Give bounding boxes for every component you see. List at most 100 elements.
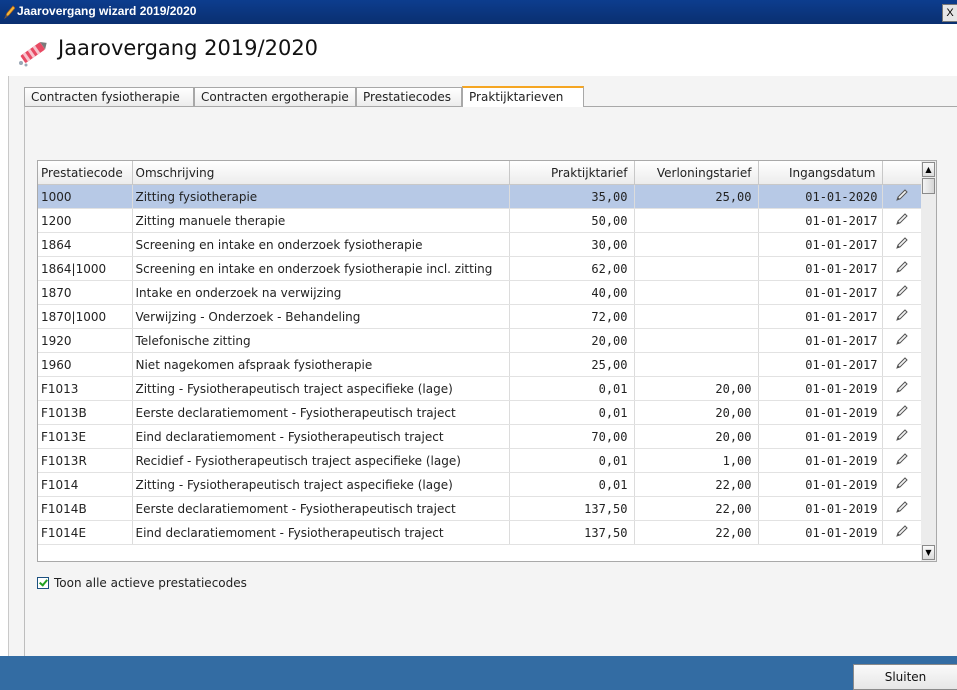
cell-prestatiecode[interactable]: 1864|1000 (38, 256, 133, 281)
cell-edit[interactable] (882, 424, 922, 449)
table-row[interactable]: F1013B Eerste declaratiemoment - Fysiothe… (38, 400, 922, 425)
cell-prestatiecode[interactable]: F1014E (38, 520, 133, 545)
cell-prestatiecode[interactable]: F1014 (38, 472, 133, 497)
cell-verloningstarief[interactable]: 22,00 (634, 496, 759, 521)
cell-omschrijving[interactable]: Intake en onderzoek na verwijzing (132, 280, 510, 305)
cell-praktijktarief[interactable]: 137,50 (509, 496, 635, 521)
cell-praktijktarief[interactable]: 25,00 (509, 352, 635, 377)
edit-pencil-icon[interactable] (895, 356, 909, 370)
edit-pencil-icon[interactable] (895, 236, 909, 250)
cell-edit[interactable] (882, 280, 922, 305)
tab-contracten-ergotherapie[interactable]: Contracten ergotherapie (194, 87, 356, 106)
cell-praktijktarief[interactable]: 62,00 (509, 256, 635, 281)
edit-pencil-icon[interactable] (895, 452, 909, 466)
cell-praktijktarief[interactable]: 70,00 (509, 424, 635, 449)
cell-omschrijving[interactable]: Niet nagekomen afspraak fysiotherapie (132, 352, 510, 377)
cell-omschrijving[interactable]: Screening en intake en onderzoek fysioth… (132, 256, 510, 281)
cell-edit[interactable] (882, 328, 922, 353)
scroll-up-arrow-icon[interactable]: ▲ (922, 162, 935, 177)
cell-verloningstarief[interactable]: 22,00 (634, 472, 759, 497)
column-header-verloningstarief[interactable]: Verloningstarief (634, 161, 759, 185)
cell-omschrijving[interactable]: Eind declaratiemoment - Fysiotherapeutis… (132, 520, 510, 545)
cell-prestatiecode[interactable]: F1014B (38, 496, 133, 521)
cell-edit[interactable] (882, 448, 922, 473)
cell-ingangsdatum[interactable]: 01-01-2019 (758, 472, 883, 497)
cell-prestatiecode[interactable]: F1013B (38, 400, 133, 425)
cell-prestatiecode[interactable]: 1200 (38, 208, 133, 233)
table-row[interactable]: 1000 Zitting fysiotherapie 35,00 25,00 01-01… (38, 184, 922, 209)
edit-pencil-icon[interactable] (895, 380, 909, 394)
cell-praktijktarief[interactable]: 0,01 (509, 400, 635, 425)
edit-pencil-icon[interactable] (895, 212, 909, 226)
cell-verloningstarief[interactable]: 1,00 (634, 448, 759, 473)
cell-praktijktarief[interactable]: 0,01 (509, 448, 635, 473)
cell-prestatiecode[interactable]: 1960 (38, 352, 133, 377)
tab-prestatiecodes[interactable]: Prestatiecodes (356, 87, 462, 106)
cell-verloningstarief[interactable]: 22,00 (634, 520, 759, 545)
cell-praktijktarief[interactable]: 50,00 (509, 208, 635, 233)
cell-ingangsdatum[interactable]: 01-01-2017 (758, 232, 883, 257)
cell-edit[interactable] (882, 256, 922, 281)
cell-omschrijving[interactable]: Eerste declaratiemoment - Fysiotherapeut… (132, 496, 510, 521)
table-row[interactable]: 1960 Niet nagekomen afspraak fysiotherapi… (38, 352, 922, 377)
cell-omschrijving[interactable]: Zitting - Fysiotherapeutisch traject asp… (132, 376, 510, 401)
cell-omschrijving[interactable]: Zitting manuele therapie (132, 208, 510, 233)
cell-praktijktarief[interactable]: 30,00 (509, 232, 635, 257)
cell-omschrijving[interactable]: Zitting - Fysiotherapeutisch traject asp… (132, 472, 510, 497)
table-row[interactable]: F1014 Zitting - Fysiotherapeutisch trajec… (38, 472, 922, 497)
cell-ingangsdatum[interactable]: 01-01-2020 (758, 184, 883, 209)
cell-omschrijving[interactable]: Eind declaratiemoment - Fysiotherapeutis… (132, 424, 510, 449)
cell-edit[interactable] (882, 304, 922, 329)
cell-ingangsdatum[interactable]: 01-01-2017 (758, 280, 883, 305)
edit-pencil-icon[interactable] (895, 404, 909, 418)
cell-prestatiecode[interactable]: 1870 (38, 280, 133, 305)
edit-pencil-icon[interactable] (895, 308, 909, 322)
cell-verloningstarief[interactable]: 25,00 (634, 184, 759, 209)
edit-pencil-icon[interactable] (895, 284, 909, 298)
table-row[interactable]: 1864 Screening en intake en onderzoek fys… (38, 232, 922, 257)
column-header-prestatiecode[interactable]: Prestatiecode (38, 161, 133, 185)
cell-verloningstarief[interactable]: 20,00 (634, 400, 759, 425)
table-row[interactable]: F1014B Eerste declaratiemoment - Fysiothe… (38, 496, 922, 521)
tab-praktijktarieven[interactable]: Praktijktarieven (462, 86, 584, 107)
edit-pencil-icon[interactable] (895, 188, 909, 202)
cell-prestatiecode[interactable]: F1013E (38, 424, 133, 449)
column-header-ingangsdatum[interactable]: Ingangsdatum (758, 161, 883, 185)
cell-praktijktarief[interactable]: 20,00 (509, 328, 635, 353)
cell-verloningstarief[interactable] (634, 232, 759, 257)
cell-praktijktarief[interactable]: 35,00 (509, 184, 635, 209)
cell-ingangsdatum[interactable]: 01-01-2019 (758, 496, 883, 521)
scroll-down-arrow-icon[interactable]: ▼ (922, 545, 935, 560)
edit-pencil-icon[interactable] (895, 476, 909, 490)
cell-edit[interactable] (882, 352, 922, 377)
cell-prestatiecode[interactable]: 1864 (38, 232, 133, 257)
cell-omschrijving[interactable]: Eerste declaratiemoment - Fysiotherapeut… (132, 400, 510, 425)
cell-edit[interactable] (882, 496, 922, 521)
cell-verloningstarief[interactable] (634, 280, 759, 305)
cell-verloningstarief[interactable] (634, 352, 759, 377)
cell-omschrijving[interactable]: Recidief - Fysiotherapeutisch traject as… (132, 448, 510, 473)
cell-ingangsdatum[interactable]: 01-01-2019 (758, 376, 883, 401)
tab-contracten-fysiotherapie[interactable]: Contracten fysiotherapie (24, 87, 194, 106)
cell-ingangsdatum[interactable]: 01-01-2017 (758, 328, 883, 353)
cell-omschrijving[interactable]: Verwijzing - Onderzoek - Behandeling (132, 304, 510, 329)
table-row[interactable]: F1014E Eind declaratiemoment - Fysiothera… (38, 520, 922, 545)
edit-pencil-icon[interactable] (895, 332, 909, 346)
cell-praktijktarief[interactable]: 0,01 (509, 472, 635, 497)
cell-praktijktarief[interactable]: 40,00 (509, 280, 635, 305)
cell-ingangsdatum[interactable]: 01-01-2019 (758, 424, 883, 449)
cell-verloningstarief[interactable] (634, 328, 759, 353)
column-header-praktijktarief[interactable]: Praktijktarief (509, 161, 635, 185)
cell-verloningstarief[interactable] (634, 304, 759, 329)
cell-prestatiecode[interactable]: 1000 (38, 184, 133, 209)
cell-prestatiecode[interactable]: F1013R (38, 448, 133, 473)
table-row[interactable]: F1013E Eind declaratiemoment - Fysiothera… (38, 424, 922, 449)
cell-omschrijving[interactable]: Telefonische zitting (132, 328, 510, 353)
cell-ingangsdatum[interactable]: 01-01-2017 (758, 256, 883, 281)
cell-praktijktarief[interactable]: 137,50 (509, 520, 635, 545)
cell-edit[interactable] (882, 232, 922, 257)
cell-edit[interactable] (882, 184, 922, 209)
cell-edit[interactable] (882, 376, 922, 401)
edit-pencil-icon[interactable] (895, 500, 909, 514)
cell-ingangsdatum[interactable]: 01-01-2019 (758, 448, 883, 473)
